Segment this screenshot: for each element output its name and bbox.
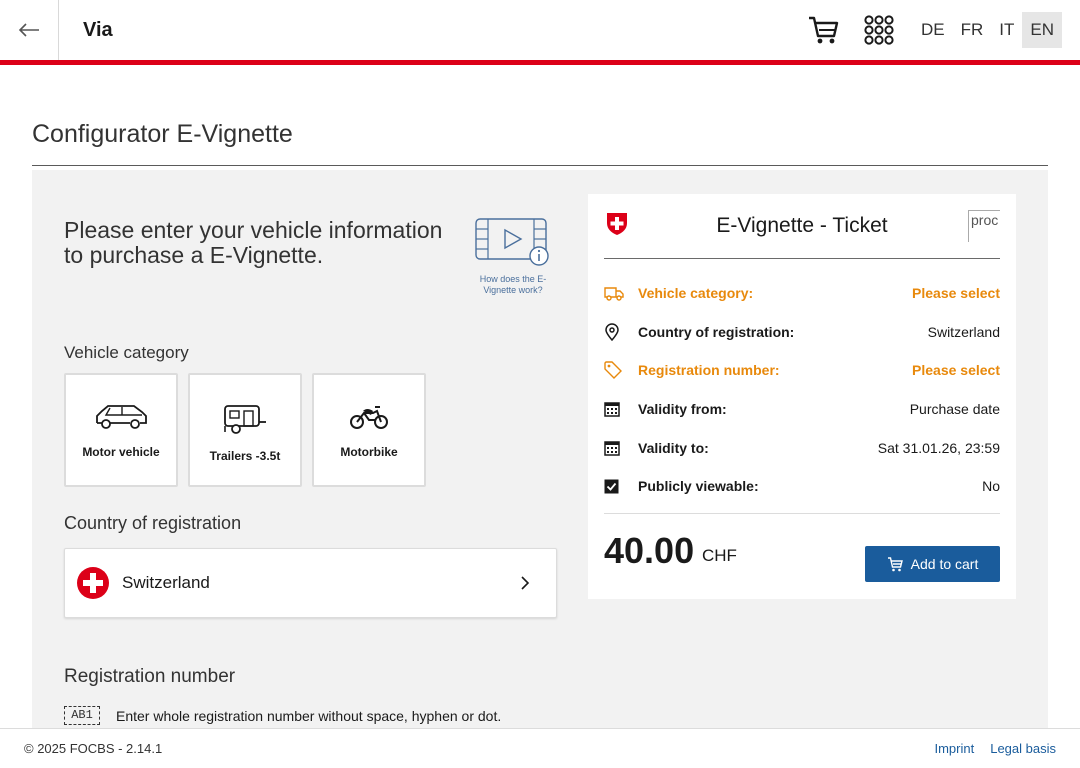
registration-number-label: Registration number — [64, 666, 236, 687]
video-help-link[interactable]: How does the E-Vignette work? — [472, 218, 554, 296]
cart-icon[interactable] — [807, 14, 839, 46]
vehicle-option-motor-vehicle[interactable]: Motor vehicle — [64, 373, 178, 487]
ticket-row-validity-to: Validity to: Sat 31.01.26, 23:59 — [604, 428, 1000, 467]
ticket-row-label: Publicly viewable: — [638, 478, 759, 495]
title-divider — [32, 165, 1048, 166]
ticket-summary-card: E-Vignette - Ticket proc Vehicle categor… — [588, 194, 1016, 599]
ticket-details: Vehicle category: Please select Country … — [604, 274, 1000, 506]
checkbox-icon — [604, 479, 619, 494]
ticket-row-value: Switzerland — [927, 323, 1000, 340]
vehicle-option-trailers[interactable]: Trailers -3.5t — [188, 373, 302, 487]
truck-icon — [604, 287, 624, 301]
vehicle-option-label: Motor vehicle — [82, 445, 160, 459]
calendar-icon — [604, 402, 620, 417]
ticket-currency: CHF — [702, 546, 737, 565]
arrow-left-icon — [18, 23, 39, 37]
swiss-flag-icon — [77, 567, 109, 599]
tag-icon — [604, 361, 622, 380]
motorbike-icon — [350, 406, 388, 429]
vehicle-option-label: Motorbike — [340, 445, 398, 459]
ticket-row-value: Sat 31.01.26, 23:59 — [877, 439, 1000, 456]
vehicle-option-label: Trailers -3.5t — [209, 449, 281, 463]
footer: © 2025 FOCBS - 2.14.1 Imprint Legal basi… — [0, 728, 1080, 768]
trailer-icon — [224, 405, 266, 434]
video-info-icon — [475, 218, 549, 266]
grid-icon[interactable] — [863, 14, 895, 46]
ticket-title: E-Vignette - Ticket — [716, 214, 888, 237]
vehicle-category-options: Motor vehicle Trailers -3.5t Motorbike — [64, 373, 426, 487]
ticket-row-label: Validity to: — [638, 439, 709, 456]
lang-de[interactable]: DE — [913, 12, 953, 48]
app-title: Via — [83, 18, 113, 41]
ticket-row-value: Please select — [912, 362, 1000, 379]
car-icon — [96, 405, 147, 429]
lang-fr[interactable]: FR — [953, 12, 992, 48]
header-accent-bar — [0, 60, 1080, 65]
page-title: Configurator E-Vignette — [32, 120, 293, 148]
ticket-row-label: Country of registration: — [638, 323, 795, 340]
license-plate-icon: AB1 — [64, 706, 100, 725]
footer-copyright: © 2025 FOCBS - 2.14.1 — [24, 741, 163, 756]
ticket-row-validity-from: Validity from: Purchase date — [604, 390, 1000, 429]
lang-en[interactable]: EN — [1022, 12, 1062, 48]
intro-text: Please enter your vehicle information to… — [64, 217, 443, 268]
country-of-registration-label: Country of registration — [64, 513, 242, 533]
vehicle-category-label: Vehicle category — [64, 343, 189, 362]
location-pin-icon — [605, 323, 619, 341]
ticket-divider — [604, 513, 1000, 514]
country-selected-value: Switzerland — [122, 573, 210, 592]
country-select[interactable]: Switzerland — [64, 548, 557, 618]
ticket-row-publicly-viewable: Publicly viewable: No — [604, 467, 1000, 506]
configurator-panel: Please enter your vehicle information to… — [32, 170, 1048, 730]
ticket-row-label: Vehicle category: — [638, 285, 754, 302]
registration-hint: AB1 Enter whole registration number with… — [64, 706, 501, 725]
add-to-cart-button[interactable]: Add to cart — [865, 546, 1000, 582]
product-image: proc — [968, 210, 1000, 242]
chevron-right-icon — [521, 576, 530, 590]
legal-basis-link[interactable]: Legal basis — [990, 741, 1056, 756]
ticket-row-value: Please select — [912, 285, 1000, 302]
ticket-header: E-Vignette - Ticket proc — [604, 210, 1000, 259]
imprint-link[interactable]: Imprint — [934, 741, 974, 756]
back-button[interactable] — [0, 0, 59, 60]
ticket-row-country: Country of registration: Switzerland — [604, 313, 1000, 352]
calendar-icon — [604, 440, 620, 456]
video-help-label: How does the E-Vignette work? — [479, 274, 547, 295]
ticket-row-vehicle-category: Vehicle category: Please select — [604, 274, 1000, 313]
ticket-row-value: Purchase date — [909, 401, 1000, 418]
lang-it[interactable]: IT — [991, 12, 1022, 48]
ticket-row-registration: Registration number: Please select — [604, 351, 1000, 390]
add-to-cart-label: Add to cart — [910, 556, 979, 572]
ticket-price: 40.00 — [604, 530, 695, 571]
registration-hint-text: Enter whole registration number without … — [116, 707, 502, 724]
ticket-row-value: No — [982, 478, 1000, 495]
ticket-row-label: Registration number: — [638, 362, 780, 379]
app-header: Via DE FR IT EN — [0, 0, 1080, 60]
ticket-row-label: Validity from: — [638, 401, 727, 418]
vehicle-option-motorbike[interactable]: Motorbike — [312, 373, 426, 487]
cart-icon — [887, 556, 903, 571]
